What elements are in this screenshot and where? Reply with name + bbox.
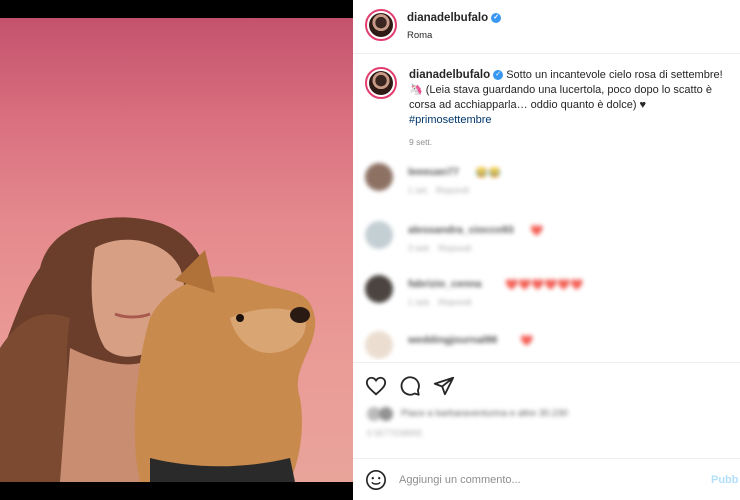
publish-button[interactable]: Pubb — [711, 474, 739, 486]
likes-summary: Piace a barbaraventurina e altre 30.230 … — [367, 405, 727, 445]
comment-item: weddingjournal88 ❤️ — [365, 331, 735, 360]
comment-text: 😂😂 — [475, 167, 502, 179]
comment-avatar[interactable] — [365, 163, 393, 191]
comment-meta: 3 sett. Rispondi — [408, 243, 471, 253]
header-username[interactable]: dianadelbufalo ✓ — [407, 12, 502, 24]
post-header: dianadelbufalo ✓ Roma — [353, 0, 740, 54]
likes-date: 9 SETTEMBRE — [367, 429, 423, 438]
post-side-panel: dianadelbufalo ✓ Roma dianadelbufalo ✓ Sot… — [353, 0, 740, 500]
comment-input[interactable] — [399, 469, 699, 491]
emoji-icon[interactable] — [365, 469, 387, 491]
reply-link[interactable]: Rispondi — [438, 243, 471, 253]
caption-verified-icon: ✓ — [493, 70, 504, 81]
caption-username[interactable]: dianadelbufalo — [409, 69, 490, 81]
comment-avatar[interactable] — [365, 331, 393, 359]
comment-text: ❤️❤️❤️❤️❤️❤️ — [505, 279, 584, 291]
post-photo[interactable] — [0, 18, 353, 482]
reply-link[interactable]: Rispondi — [438, 297, 471, 307]
reply-link[interactable]: Rispondi — [436, 185, 469, 195]
comment-item: fabrizio_cenna ❤️❤️❤️❤️❤️❤️ 1 sett. Risp… — [365, 275, 735, 315]
comment-time: 3 sett. — [408, 243, 432, 253]
comment-bar: Pubb — [353, 458, 740, 500]
comment-username[interactable]: weddingjournal88 — [408, 334, 497, 346]
comment-item: leeeuan77 😂😂 1 set. Rispondi — [365, 163, 735, 203]
comment-avatar[interactable] — [365, 221, 393, 249]
photo-illustration — [0, 217, 316, 482]
likes-text[interactable]: Piace a barbaraventurina e altre 30.230 — [401, 408, 568, 419]
photo-panel — [0, 0, 353, 500]
comment-avatar[interactable] — [365, 275, 393, 303]
comment-meta: 1 sett. Rispondi — [408, 297, 471, 307]
comment-username[interactable]: fabrizio_cenna — [408, 278, 482, 290]
comment-meta: 1 set. Rispondi — [408, 185, 469, 195]
location[interactable]: Roma — [407, 30, 432, 41]
story-ring[interactable] — [365, 9, 397, 41]
comment-time: 1 set. — [408, 185, 429, 195]
share-icon[interactable] — [433, 375, 455, 397]
liker-avatar — [379, 407, 393, 421]
comment-username[interactable]: leeeuan77 — [408, 166, 459, 178]
comment-icon[interactable] — [399, 375, 421, 397]
caption-avatar — [369, 71, 393, 95]
comment-item: alessandra_ciocco93 ❤️ 3 sett. Rispondi — [365, 221, 735, 261]
comment-time: 1 sett. — [408, 297, 432, 307]
caption-block: dianadelbufalo ✓ Sotto un incantevole cie… — [353, 55, 740, 360]
action-bar — [353, 362, 740, 404]
hashtag-link[interactable]: #primosettembre — [409, 114, 492, 126]
caption-story-ring[interactable] — [365, 67, 397, 99]
comment-text: ❤️ — [530, 225, 544, 237]
caption: dianadelbufalo ✓ Sotto un incantevole cie… — [409, 68, 735, 128]
verified-icon: ✓ — [491, 12, 502, 23]
post-time[interactable]: 9 sett. — [409, 137, 432, 147]
username-text[interactable]: dianadelbufalo — [407, 12, 488, 24]
comment-username[interactable]: alessandra_ciocco93 — [408, 224, 514, 236]
avatar — [369, 13, 393, 37]
heart-icon[interactable] — [365, 375, 387, 397]
comment-text: ❤️ — [520, 335, 534, 347]
